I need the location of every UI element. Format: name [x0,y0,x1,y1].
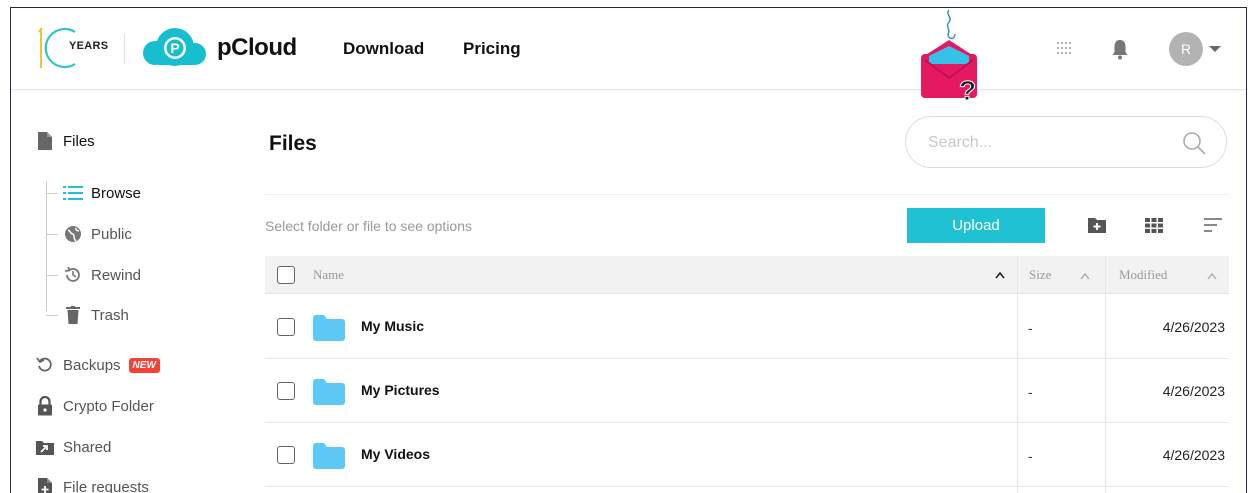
column-modified[interactable]: Modified [1119,267,1167,283]
sidebar-item-browse[interactable]: Browse [63,183,141,203]
file-modified: 4/26/2023 [1162,447,1225,463]
apps-grid-icon[interactable] [1055,40,1073,56]
trash-icon [63,305,83,325]
sidebar-label-crypto: Crypto Folder [63,397,154,415]
user-avatar[interactable]: R [1169,32,1203,66]
ten-years-logo[interactable]: YEARS [31,24,111,72]
table-row[interactable]: My Music - 4/26/2023 [265,295,1229,359]
row-checkbox[interactable] [277,446,295,464]
tree-branch [46,275,58,276]
sort-asc-icon[interactable] [995,271,1005,279]
file-name[interactable]: My Videos [361,446,430,462]
history-icon [63,265,83,285]
svg-text:P: P [170,40,179,56]
table-row[interactable]: My Pictures - 4/26/2023 [265,359,1229,423]
sidebar-item-trash[interactable]: Trash [63,305,129,325]
sidebar-label-trash: Trash [91,306,129,324]
tree-branch [46,315,58,316]
years-label: YEARS [69,40,109,52]
sort-icon[interactable] [1204,215,1224,235]
sidebar-label-browse: Browse [91,184,142,202]
page-title: Files [269,132,317,155]
bell-icon[interactable] [1111,38,1129,60]
sidebar-label-file-requests: File requests [63,478,149,493]
search-input[interactable] [928,131,1168,155]
backup-icon [35,355,55,375]
brand-name[interactable]: pCloud [217,34,297,62]
promo-envelope-icon[interactable]: ? [915,8,985,104]
row-checkbox[interactable] [277,382,295,400]
new-folder-icon[interactable] [1087,215,1107,235]
row-checkbox[interactable] [277,318,295,336]
file-size: - [1028,448,1033,464]
tree-branch [46,193,58,194]
folder-icon [313,379,345,405]
file-size: - [1028,320,1033,336]
sidebar-label-rewind: Rewind [91,266,142,284]
chevron-down-icon[interactable] [1209,46,1221,52]
sidebar-label-files: Files [63,132,95,150]
header-divider [124,34,125,64]
svg-text:?: ? [959,75,976,104]
sort-asc-icon[interactable] [1080,272,1090,280]
column-size[interactable]: Size [1029,267,1051,283]
sidebar-item-crypto[interactable]: Crypto Folder [35,396,154,416]
tree-branch [46,234,58,235]
pcloud-logo-icon[interactable]: P [139,27,209,69]
file-icon [35,131,55,151]
sidebar-item-files[interactable]: Files [35,131,95,151]
sidebar: Files Browse Public Rewind Trash Backups… [11,91,251,493]
new-badge: NEW [128,357,160,373]
sidebar-label-shared: Shared [63,438,112,456]
select-all-checkbox[interactable] [277,266,295,284]
sidebar-label-public: Public [91,225,132,243]
tree-line [46,181,47,311]
sidebar-label-backups: Backups [63,356,121,374]
file-name[interactable]: My Music [361,318,424,334]
file-request-icon [35,477,55,493]
folder-icon [313,315,345,341]
sort-asc-icon[interactable] [1207,272,1217,280]
file-modified: 4/26/2023 [1162,319,1225,335]
top-header: YEARS P pCloud Download Pricing R [11,8,1246,90]
nav-download[interactable]: Download [343,39,424,59]
file-size: - [1028,384,1033,400]
divider [265,194,1229,195]
sidebar-item-rewind[interactable]: Rewind [63,265,141,285]
shared-folder-icon [35,437,55,457]
search-box[interactable] [905,116,1227,168]
globe-icon [63,224,83,244]
column-name[interactable]: Name [313,267,344,283]
grid-view-icon[interactable] [1144,215,1164,235]
search-icon[interactable] [1182,131,1206,155]
sidebar-item-file-requests[interactable]: File requests [35,477,149,493]
app-window: YEARS P pCloud Download Pricing R ? File… [10,7,1247,493]
selection-hint: Select folder or file to see options [265,218,473,234]
table-row[interactable]: My Videos - 4/26/2023 [265,423,1229,487]
sidebar-item-public[interactable]: Public [63,224,132,244]
sidebar-item-shared[interactable]: Shared [35,437,111,457]
upload-button[interactable]: Upload [907,208,1045,243]
table-header: Name Size Modified [265,256,1229,294]
nav-pricing[interactable]: Pricing [463,39,521,59]
list-icon [63,183,83,203]
file-modified: 4/26/2023 [1162,383,1225,399]
sidebar-item-backups[interactable]: Backups NEW [35,355,160,375]
folder-icon [313,443,345,469]
lock-icon [35,396,55,416]
file-name[interactable]: My Pictures [361,382,440,398]
